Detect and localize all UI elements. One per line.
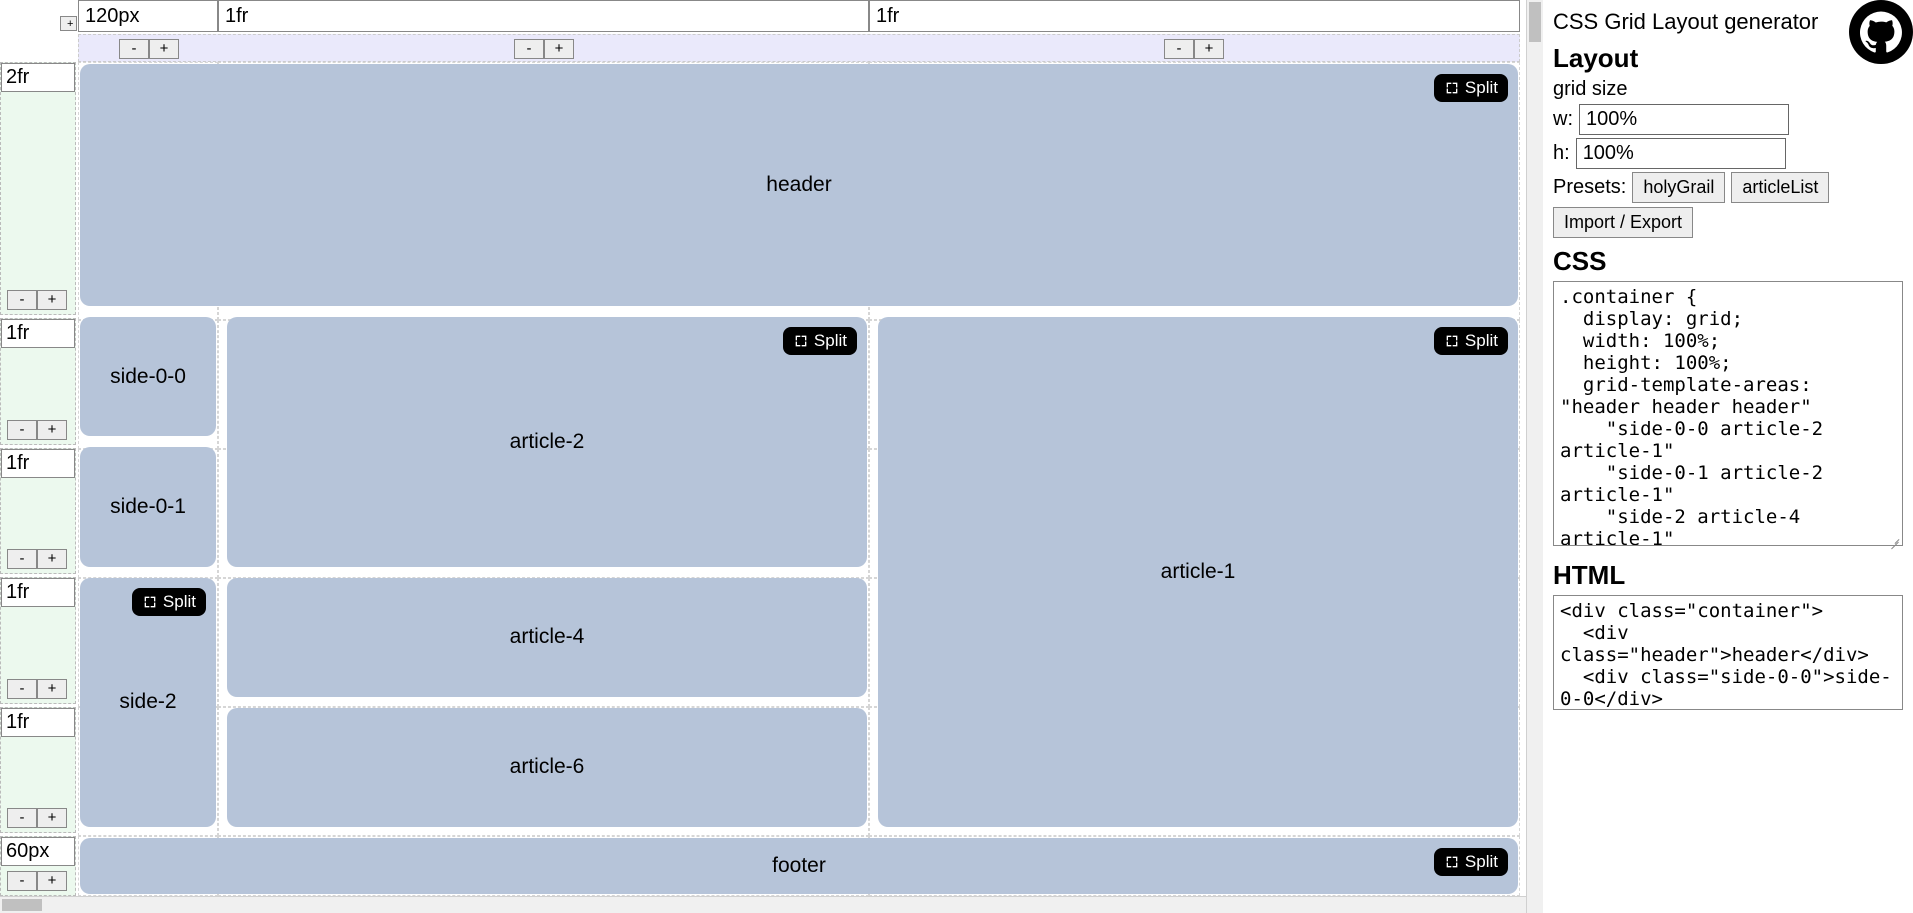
tile-article-1[interactable]: article-1 Split (878, 317, 1518, 827)
tile-side-0-0[interactable]: side-0-0 (80, 317, 216, 436)
row-size-input-5[interactable] (1, 837, 75, 866)
preset-articlelist-button[interactable]: articleList (1731, 172, 1829, 203)
column-sizes-row (78, 0, 1520, 32)
split-button-article-1[interactable]: Split (1434, 327, 1508, 355)
row-1-add-button[interactable]: + (37, 420, 67, 440)
tile-label: side-0-0 (110, 365, 186, 389)
split-icon (1444, 333, 1460, 349)
css-heading: CSS (1553, 246, 1903, 277)
w-label: w: (1553, 108, 1573, 131)
split-icon (1444, 80, 1460, 96)
row-4-add-button[interactable]: + (37, 808, 67, 828)
tile-article-6[interactable]: article-6 (227, 708, 867, 827)
column-controls-strip: - + - + - + (78, 34, 1520, 62)
col-1-add-button[interactable]: + (544, 39, 574, 59)
tile-side-2[interactable]: side-2 Split (80, 578, 216, 827)
tile-label: article-6 (510, 755, 585, 779)
col-2-add-button[interactable]: + (1194, 39, 1224, 59)
row-2-add-button[interactable]: + (37, 549, 67, 569)
tile-label: side-2 (119, 690, 176, 714)
row-size-input-0[interactable] (1, 63, 75, 92)
row-size-input-2[interactable] (1, 449, 75, 478)
tile-side-0-1[interactable]: side-0-1 (80, 447, 216, 566)
html-output[interactable] (1553, 595, 1903, 710)
grid-preview: header Split side-0-0 side-0-1 side-2 (78, 62, 1520, 896)
row-size-input-3[interactable] (1, 578, 75, 607)
import-export-button[interactable]: Import / Export (1553, 207, 1693, 238)
split-button-article-2[interactable]: Split (783, 327, 857, 355)
split-icon (1444, 854, 1460, 870)
css-output[interactable] (1553, 281, 1903, 546)
width-input[interactable] (1579, 104, 1789, 135)
row-3-add-button[interactable]: + (37, 679, 67, 699)
column-size-input-2[interactable] (869, 0, 1520, 32)
row-size-input-1[interactable] (1, 319, 75, 348)
row-3-remove-button[interactable]: - (7, 679, 37, 699)
tile-label: article-2 (510, 430, 585, 454)
tile-header[interactable]: header Split (80, 64, 1518, 306)
github-icon (1860, 11, 1902, 53)
row-sizes-col: -+ -+ -+ -+ -+ (0, 62, 76, 896)
tile-footer[interactable]: footer Split (80, 838, 1518, 894)
row-0-add-button[interactable]: + (37, 290, 67, 310)
h-label: h: (1553, 142, 1570, 165)
grid-canvas: + - + - + - + (0, 0, 1526, 913)
html-heading: HTML (1553, 560, 1903, 591)
sidebar: CSS Grid Layout generator Layout grid si… (1543, 0, 1913, 913)
layout-heading: Layout (1553, 43, 1903, 74)
github-link[interactable] (1849, 0, 1913, 64)
add-row-col-button[interactable]: + (60, 16, 77, 31)
row-size-input-4[interactable] (1, 708, 75, 737)
col-0-remove-button[interactable]: - (119, 39, 149, 59)
split-icon (793, 333, 809, 349)
col-2-remove-button[interactable]: - (1164, 39, 1194, 59)
tile-label: article-4 (510, 625, 585, 649)
presets-label: Presets: (1553, 176, 1626, 199)
split-button-side-2[interactable]: Split (132, 588, 206, 616)
row-4-remove-button[interactable]: - (7, 808, 37, 828)
split-button-footer[interactable]: Split (1434, 848, 1508, 876)
col-0-add-button[interactable]: + (149, 39, 179, 59)
tile-label: article-1 (1161, 560, 1236, 584)
height-input[interactable] (1576, 138, 1786, 169)
split-icon (142, 594, 158, 610)
col-1-remove-button[interactable]: - (514, 39, 544, 59)
preset-holygrail-button[interactable]: holyGrail (1632, 172, 1725, 203)
column-size-input-1[interactable] (218, 0, 869, 32)
column-size-input-0[interactable] (78, 0, 218, 32)
row-1-remove-button[interactable]: - (7, 420, 37, 440)
row-0-remove-button[interactable]: - (7, 290, 37, 310)
grid-size-label: grid size (1553, 78, 1903, 101)
split-button-header[interactable]: Split (1434, 74, 1508, 102)
resize-handle-icon[interactable] (1887, 536, 1901, 550)
row-2-remove-button[interactable]: - (7, 549, 37, 569)
row-5-remove-button[interactable]: - (7, 871, 37, 891)
tile-label: header (766, 173, 831, 197)
vertical-scrollbar[interactable] (1526, 0, 1543, 913)
tile-article-2[interactable]: article-2 Split (227, 317, 867, 566)
tile-label: footer (772, 854, 826, 878)
tile-label: side-0-1 (110, 495, 186, 519)
row-5-add-button[interactable]: + (37, 871, 67, 891)
tile-article-4[interactable]: article-4 (227, 578, 867, 697)
horizontal-scrollbar[interactable] (0, 896, 1526, 913)
